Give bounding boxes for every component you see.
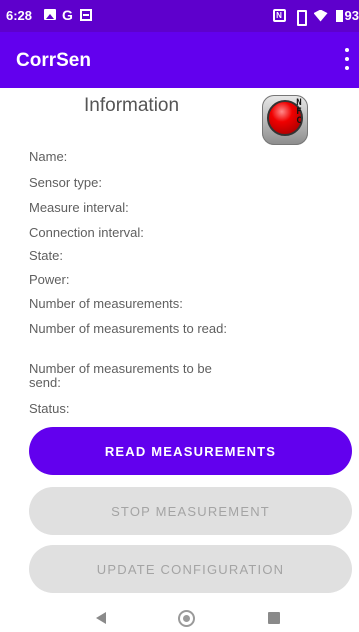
nfc-status-icon: N	[272, 9, 286, 22]
field-sensor-type-label: Sensor type:	[29, 175, 102, 190]
field-measure-interval-label: Measure interval:	[29, 200, 129, 215]
app-title: CorrSen	[16, 50, 91, 71]
field-status-label: Status:	[29, 401, 70, 416]
update-configuration-button[interactable]: UPDATE CONFIGURATION	[29, 545, 352, 593]
battery-icon	[335, 9, 343, 22]
field-state-label: State:	[29, 248, 63, 263]
field-measurements-to-send-label: Number of measurements to be send:	[29, 361, 212, 390]
information-title: Information	[84, 95, 180, 116]
status-bar: 6:28 G N 93	[0, 0, 359, 32]
field-power-label: Power:	[29, 272, 70, 287]
calendar-notification-icon	[80, 9, 92, 21]
wifi-icon	[313, 9, 328, 22]
status-icons: N 93	[272, 8, 359, 26]
field-name-label: Name:	[29, 149, 68, 164]
app-bar: CorrSen	[0, 32, 359, 88]
recent-apps-icon[interactable]	[268, 612, 280, 624]
google-notification-icon: G	[62, 7, 73, 23]
vibrate-icon	[294, 9, 307, 26]
stop-measurement-button[interactable]: STOP MEASUREMENT	[29, 487, 352, 535]
nfc-label: N F C	[294, 99, 304, 126]
back-icon[interactable]	[96, 612, 106, 624]
home-icon[interactable]	[178, 610, 195, 627]
battery-indicator: 93	[335, 8, 359, 23]
nfc-letter-c: C	[296, 116, 302, 126]
field-number-of-measurements-label: Number of measurements:	[29, 296, 183, 311]
field-measurements-to-read-label: Number of measurements to read:	[29, 321, 227, 336]
field-connection-interval-label: Connection interval:	[29, 225, 144, 240]
image-notification-icon	[44, 9, 56, 20]
read-measurements-button[interactable]: READ MEASUREMENTS	[29, 427, 352, 475]
overflow-menu-icon[interactable]	[343, 48, 351, 70]
battery-percent: 93	[344, 8, 359, 23]
status-time: 6:28	[6, 8, 33, 23]
navigation-bar	[0, 600, 359, 632]
